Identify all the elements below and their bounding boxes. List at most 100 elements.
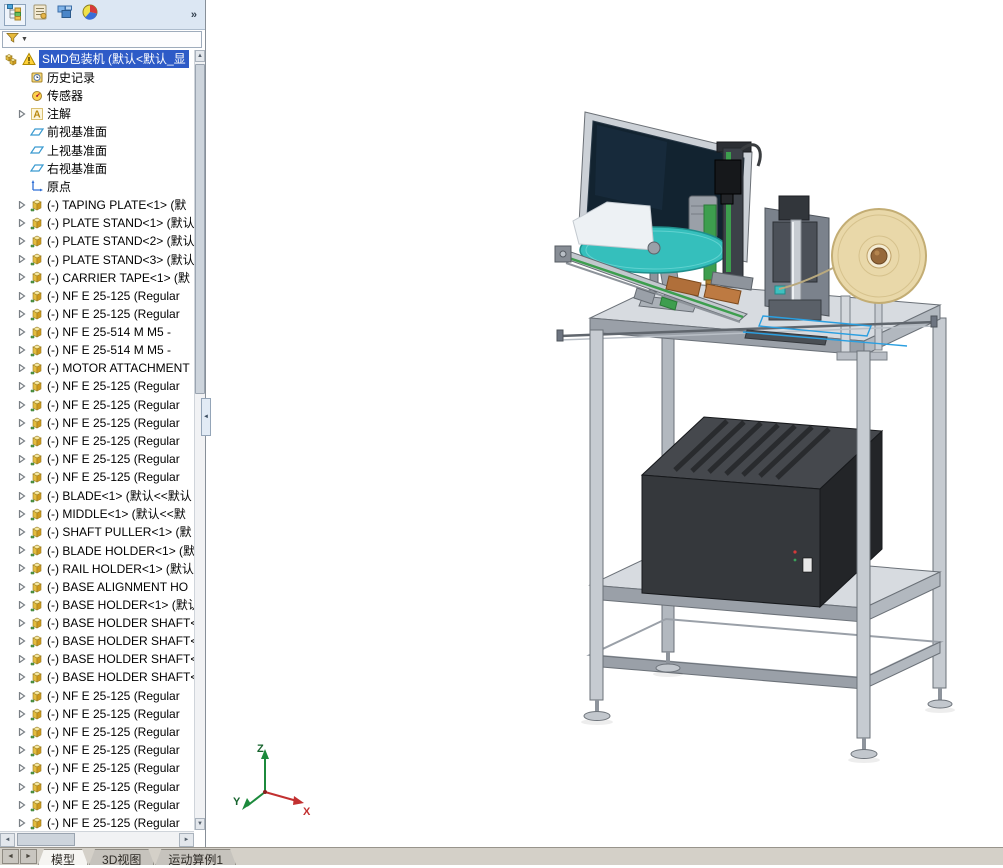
bottom-tab-inactive[interactable]: 运动算例1: [155, 849, 236, 865]
expand-arrow-icon[interactable]: [18, 619, 29, 627]
expand-arrow-icon[interactable]: [18, 292, 29, 300]
expand-arrow-icon[interactable]: [18, 201, 29, 209]
tree-item[interactable]: (-) NF E 25-514 M M5 -: [0, 341, 194, 359]
tree-item[interactable]: 历史记录: [0, 68, 194, 86]
tree-item[interactable]: 右视基准面: [0, 159, 194, 177]
horizontal-scrollbar-thumb[interactable]: [17, 833, 75, 846]
expand-arrow-icon[interactable]: [18, 492, 29, 500]
expand-arrow-icon[interactable]: [18, 783, 29, 791]
property-manager-tab[interactable]: [29, 4, 51, 26]
tree-horizontal-scrollbar[interactable]: ◄ ►: [0, 831, 194, 847]
expand-arrow-icon[interactable]: [18, 692, 29, 700]
expand-arrow-icon[interactable]: [18, 237, 29, 245]
tree-item[interactable]: (-) TAPING PLATE<1> (默: [0, 196, 194, 214]
tree-item[interactable]: (-) NF E 25-125 (Regular: [0, 796, 194, 814]
panel-splitter-handle[interactable]: ◄: [201, 398, 211, 436]
controller-box[interactable]: [642, 417, 882, 607]
vertical-scrollbar-thumb[interactable]: [195, 64, 205, 394]
tree-item[interactable]: (-) NF E 25-125 (Regular: [0, 723, 194, 741]
filter-dropdown-caret-icon[interactable]: ▼: [21, 36, 28, 43]
expand-arrow-icon[interactable]: [18, 528, 29, 536]
tree-item[interactable]: (-) NF E 25-125 (Regular: [0, 468, 194, 486]
tree-item[interactable]: 原点: [0, 177, 194, 195]
expand-arrow-icon[interactable]: [18, 637, 29, 645]
tree-item[interactable]: (-) NF E 25-125 (Regular: [0, 414, 194, 432]
tree-item[interactable]: (-) SHAFT PULLER<1> (默: [0, 523, 194, 541]
scroll-right-button[interactable]: ►: [179, 833, 194, 847]
expand-arrow-icon[interactable]: [18, 728, 29, 736]
tree-item[interactable]: (-) CARRIER TAPE<1> (默: [0, 268, 194, 286]
tree-item[interactable]: (-) RAIL HOLDER<1> (默认: [0, 559, 194, 577]
design-tree-tab[interactable]: [4, 4, 26, 26]
display-manager-tab[interactable]: [79, 4, 101, 26]
machine-3d-model[interactable]: Z Y X: [207, 0, 1003, 847]
tree-item[interactable]: (-) NF E 25-125 (Regular: [0, 705, 194, 723]
tree-item[interactable]: (-) NF E 25-125 (Regular: [0, 687, 194, 705]
tree-item[interactable]: A注解: [0, 105, 194, 123]
tree-item[interactable]: (-) NF E 25-125 (Regular: [0, 450, 194, 468]
expand-arrow-icon[interactable]: [18, 219, 29, 227]
tab-scroll-right-button[interactable]: ►: [20, 849, 37, 864]
expand-arrow-icon[interactable]: [18, 310, 29, 318]
tree-item[interactable]: (-) BASE HOLDER SHAFT<: [0, 668, 194, 686]
tree-root-item[interactable]: SMD包装机 (默认<默认_显: [0, 50, 194, 68]
expand-arrow-icon[interactable]: [18, 801, 29, 809]
tree-item[interactable]: (-) BLADE HOLDER<1> (默: [0, 541, 194, 559]
expand-arrow-icon[interactable]: [18, 564, 29, 572]
expand-arrow-icon[interactable]: [18, 473, 29, 481]
tree-item[interactable]: (-) NF E 25-125 (Regular: [0, 759, 194, 777]
cart-bottom-rails[interactable]: [590, 619, 940, 689]
toolbar-overflow-button[interactable]: »: [191, 9, 201, 21]
tab-scroll-left-button[interactable]: ◄: [2, 849, 19, 864]
tree-item[interactable]: (-) NF E 25-125 (Regular: [0, 377, 194, 395]
expand-arrow-icon[interactable]: [18, 110, 29, 118]
tree-item[interactable]: (-) NF E 25-125 (Regular: [0, 305, 194, 323]
tree-item[interactable]: (-) NF E 25-125 (Regular: [0, 814, 194, 830]
expand-arrow-icon[interactable]: [18, 601, 29, 609]
tree-item[interactable]: (-) MIDDLE<1> (默认<<默: [0, 505, 194, 523]
configuration-manager-tab[interactable]: [54, 4, 76, 26]
tree-item[interactable]: (-) PLATE STAND<2> (默认: [0, 232, 194, 250]
tree-item[interactable]: (-) PLATE STAND<3> (默认: [0, 250, 194, 268]
tree-item[interactable]: (-) MOTOR ATTACHMENT: [0, 359, 194, 377]
expand-arrow-icon[interactable]: [18, 710, 29, 718]
expand-arrow-icon[interactable]: [18, 455, 29, 463]
tree-item[interactable]: (-) BLADE<1> (默认<<默认: [0, 487, 194, 505]
scroll-down-button[interactable]: ▼: [195, 818, 205, 830]
expand-arrow-icon[interactable]: [18, 819, 29, 827]
bottom-tab-inactive[interactable]: 3D视图: [89, 849, 154, 865]
expand-arrow-icon[interactable]: [18, 746, 29, 754]
tree-item[interactable]: (-) BASE HOLDER SHAFT<: [0, 650, 194, 668]
tree-item[interactable]: 传感器: [0, 86, 194, 104]
bottom-tab-active[interactable]: 模型: [38, 849, 88, 865]
expand-arrow-icon[interactable]: [18, 328, 29, 336]
tree-item[interactable]: (-) NF E 25-125 (Regular: [0, 432, 194, 450]
expand-arrow-icon[interactable]: [18, 673, 29, 681]
tree-item[interactable]: (-) NF E 25-125 (Regular: [0, 778, 194, 796]
scroll-up-button[interactable]: ▲: [195, 50, 205, 62]
expand-arrow-icon[interactable]: [18, 273, 29, 281]
tree-item[interactable]: (-) NF E 25-125 (Regular: [0, 741, 194, 759]
expand-arrow-icon[interactable]: [18, 364, 29, 372]
expand-arrow-icon[interactable]: [18, 419, 29, 427]
graphics-viewport[interactable]: Z Y X: [207, 0, 1003, 847]
expand-arrow-icon[interactable]: [18, 401, 29, 409]
tree-item[interactable]: (-) BASE HOLDER SHAFT<: [0, 632, 194, 650]
tree-item[interactable]: (-) BASE ALIGNMENT HO: [0, 577, 194, 595]
scroll-left-button[interactable]: ◄: [0, 833, 15, 847]
expand-arrow-icon[interactable]: [18, 255, 29, 263]
tree-item[interactable]: 前视基准面: [0, 123, 194, 141]
expand-arrow-icon[interactable]: [18, 764, 29, 772]
tree-vertical-scrollbar[interactable]: ▲ ▼: [194, 50, 205, 830]
tree-item[interactable]: (-) PLATE STAND<1> (默认: [0, 214, 194, 232]
tree-item[interactable]: 上视基准面: [0, 141, 194, 159]
expand-arrow-icon[interactable]: [18, 583, 29, 591]
expand-arrow-icon[interactable]: [18, 382, 29, 390]
tree-item[interactable]: (-) NF E 25-514 M M5 -: [0, 323, 194, 341]
expand-arrow-icon[interactable]: [18, 546, 29, 554]
expand-arrow-icon[interactable]: [18, 346, 29, 354]
tree-item[interactable]: (-) NF E 25-125 (Regular: [0, 286, 194, 304]
tree-item[interactable]: (-) NF E 25-125 (Regular: [0, 396, 194, 414]
tree-item[interactable]: (-) BASE HOLDER SHAFT<: [0, 614, 194, 632]
expand-arrow-icon[interactable]: [18, 655, 29, 663]
